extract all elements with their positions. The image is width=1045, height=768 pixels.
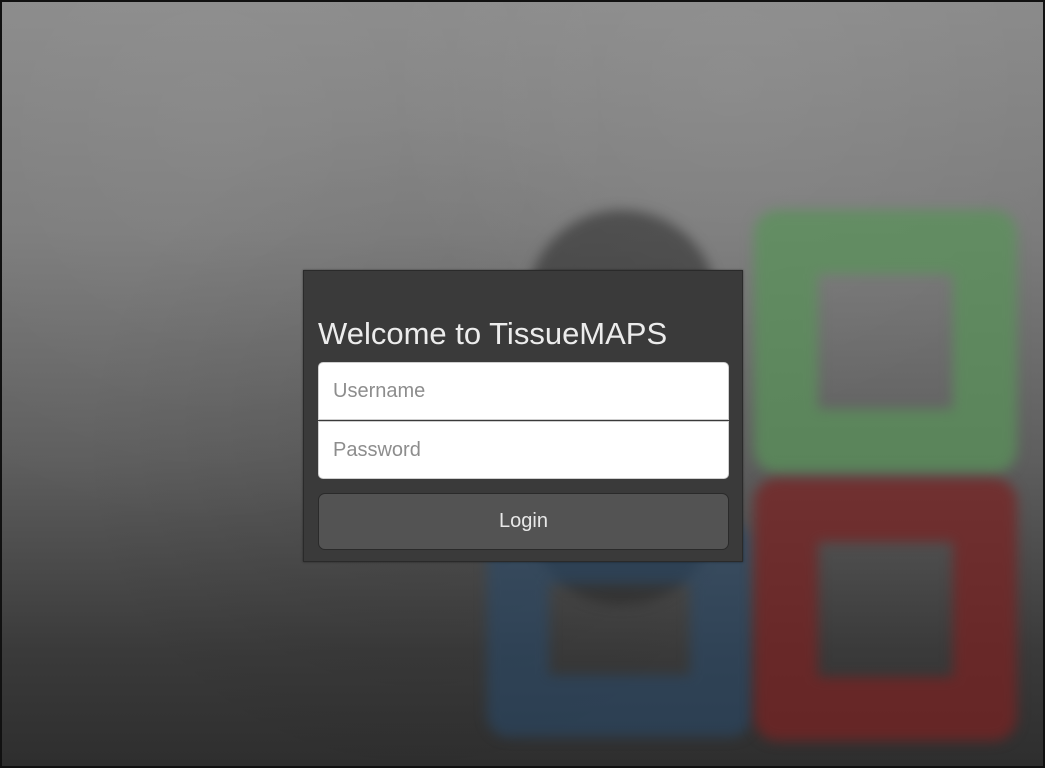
- password-input[interactable]: [318, 421, 729, 479]
- login-button[interactable]: Login: [318, 493, 729, 550]
- background-logo-green-square: [754, 210, 1017, 473]
- login-page: Welcome to TissueMAPS Login: [0, 0, 1045, 768]
- username-input[interactable]: [318, 362, 729, 420]
- login-panel: Welcome to TissueMAPS Login: [303, 270, 743, 562]
- login-title: Welcome to TissueMAPS: [318, 316, 668, 351]
- background-logo-red-square: [754, 478, 1017, 741]
